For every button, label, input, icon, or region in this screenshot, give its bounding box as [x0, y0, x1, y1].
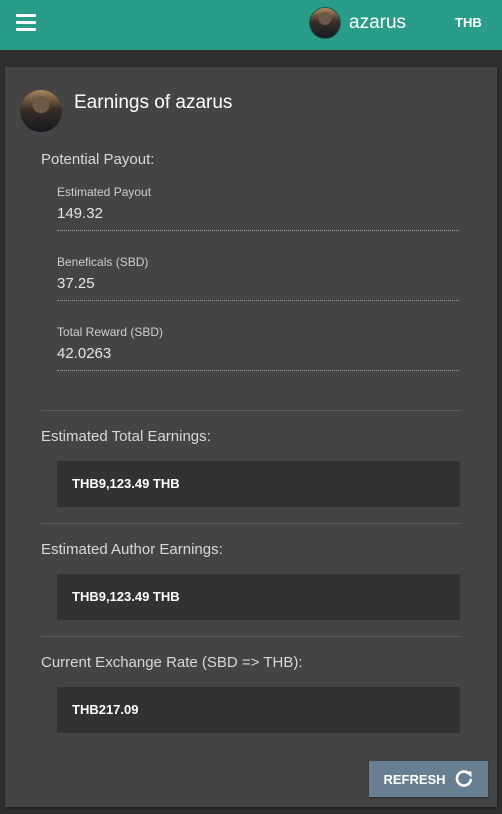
currency-selector[interactable]: THB [455, 15, 482, 30]
refresh-button[interactable]: REFRESH [369, 761, 488, 797]
potential-payout-heading: Potential Payout: [41, 151, 155, 168]
beneficals-value: 37.25 [57, 275, 459, 301]
total-earnings-heading: Estimated Total Earnings: [41, 428, 211, 445]
divider [41, 636, 461, 637]
card-avatar [20, 90, 62, 132]
divider [41, 410, 461, 411]
total-reward-value: 42.0263 [57, 345, 459, 371]
author-earnings-heading: Estimated Author Earnings: [41, 541, 223, 558]
divider [41, 523, 461, 524]
refresh-icon [455, 770, 472, 787]
estimated-payout-value: 149.32 [57, 205, 459, 231]
menu-icon[interactable] [16, 14, 36, 32]
exchange-rate-heading: Current Exchange Rate (SBD => THB): [41, 654, 303, 671]
author-earnings-value: THB9,123.49 THB [57, 574, 460, 620]
total-reward-label: Total Reward (SBD) [57, 325, 164, 339]
header-username[interactable]: azarus [349, 12, 406, 34]
card-title: Earnings of azarus [74, 92, 233, 113]
total-earnings-value: THB9,123.49 THB [57, 461, 460, 507]
top-app-bar: azarus THB [0, 0, 502, 50]
exchange-rate-value: THB217.09 [57, 687, 460, 733]
avatar[interactable] [309, 7, 341, 39]
estimated-payout-label: Estimated Payout [57, 185, 152, 199]
refresh-button-label: REFRESH [383, 771, 446, 787]
earnings-card: Earnings of azarus Potential Payout: Est… [5, 67, 497, 807]
beneficals-label: Beneficals (SBD) [57, 255, 149, 269]
